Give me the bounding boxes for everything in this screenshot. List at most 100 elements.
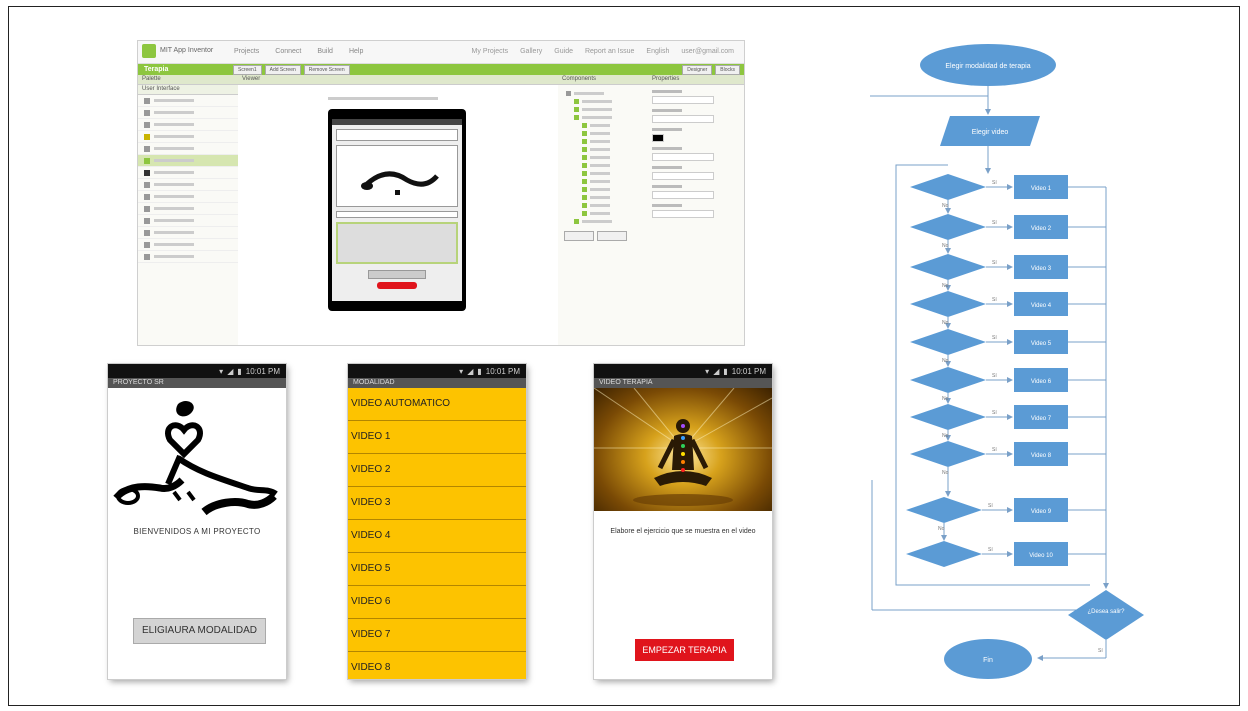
tree-item[interactable]	[582, 161, 648, 169]
property-value[interactable]	[652, 153, 714, 161]
palette-header: Palette	[138, 75, 238, 85]
delete-button[interactable]	[597, 231, 627, 241]
choose-mode-button[interactable]: ELIGIAURA MODALIDAD	[133, 618, 266, 644]
menu-connect[interactable]: Connect	[275, 48, 301, 55]
rename-button[interactable]	[564, 231, 594, 241]
tree-item[interactable]	[582, 169, 648, 177]
viewer-title-bar	[332, 119, 462, 125]
viewer-logo-image	[361, 171, 439, 195]
designer-button[interactable]: Designer	[682, 65, 713, 75]
component-icon	[582, 138, 587, 144]
property-value[interactable]	[652, 210, 714, 218]
tree-item[interactable]	[582, 193, 648, 201]
signal-icon: ◢	[227, 366, 234, 376]
tree-item[interactable]	[582, 129, 648, 137]
menu-account[interactable]: user@gmail.com	[681, 48, 734, 55]
blocks-button[interactable]: Blocks	[715, 65, 740, 75]
instruction-label: Elabore el ejercicio que se muestra en e…	[610, 528, 756, 535]
property-value[interactable]	[652, 115, 714, 123]
tree-item[interactable]	[582, 153, 648, 161]
color-swatch[interactable]	[652, 134, 664, 142]
list-item[interactable]: VIDEO 8	[348, 652, 526, 679]
viewer-button-red[interactable]	[377, 282, 417, 289]
tree-item[interactable]	[574, 217, 648, 225]
tree-item[interactable]	[574, 105, 648, 113]
palette-item[interactable]	[138, 251, 238, 263]
palette-item-label	[154, 255, 194, 258]
menu-help[interactable]: Help	[349, 48, 363, 55]
property-value[interactable]	[652, 172, 714, 180]
start-node-label: Elegir modalidad de terapia	[945, 63, 1030, 70]
palette-item[interactable]	[138, 143, 238, 155]
palette-item[interactable]	[138, 95, 238, 107]
viewer-button-gray[interactable]	[368, 270, 426, 279]
property-row[interactable]	[652, 185, 740, 199]
component-icon	[582, 162, 587, 168]
component-icon	[582, 146, 587, 152]
property-row[interactable]	[652, 90, 740, 104]
palette-item[interactable]	[138, 227, 238, 239]
remove-screen-button[interactable]: Remove Screen	[303, 65, 350, 75]
palette-item[interactable]	[138, 119, 238, 131]
menu-build[interactable]: Build	[317, 48, 333, 55]
tree-item[interactable]	[574, 97, 648, 105]
decision-no-label: No	[942, 283, 949, 289]
palette-item[interactable]	[138, 167, 238, 179]
menu-guide[interactable]: Guide	[554, 48, 573, 55]
list-item[interactable]: VIDEO 7	[348, 619, 526, 652]
viewer-screen[interactable]	[332, 119, 462, 301]
list-item[interactable]: VIDEO 1	[348, 421, 526, 454]
add-screen-button[interactable]: Add Screen	[264, 65, 301, 75]
viewer-panel: Viewer	[238, 75, 559, 345]
tree-item[interactable]	[582, 209, 648, 217]
menu-gallery[interactable]: Gallery	[520, 48, 542, 55]
property-row[interactable]	[652, 109, 740, 123]
list-item[interactable]: VIDEO 6	[348, 586, 526, 619]
start-therapy-button[interactable]: EMPEZAR TERAPIA	[635, 639, 734, 661]
viewer-text-box[interactable]	[336, 211, 458, 218]
property-row[interactable]	[652, 166, 740, 180]
tree-item[interactable]	[574, 113, 648, 121]
list-item[interactable]: VIDEO AUTOMATICO	[348, 388, 526, 421]
property-value[interactable]	[652, 191, 714, 199]
tree-item[interactable]	[582, 177, 648, 185]
palette-item[interactable]	[138, 131, 238, 143]
list-item[interactable]: VIDEO 3	[348, 487, 526, 520]
tree-item[interactable]	[582, 145, 648, 153]
palette-item[interactable]	[138, 179, 238, 191]
palette-item-selected[interactable]	[138, 155, 238, 167]
component-icon	[582, 202, 587, 208]
screen-select-button[interactable]: Screen1	[233, 65, 262, 75]
viewer-label-box[interactable]	[336, 129, 458, 141]
viewer-arrangement[interactable]	[336, 222, 458, 264]
tree-item[interactable]	[582, 185, 648, 193]
menu-language[interactable]: English	[646, 48, 669, 55]
palette-item-label	[154, 231, 194, 234]
tree-item[interactable]	[582, 121, 648, 129]
palette-item[interactable]	[138, 215, 238, 227]
property-row[interactable]	[652, 204, 740, 218]
menu-projects[interactable]: Projects	[234, 48, 259, 55]
tree-item[interactable]	[582, 137, 648, 145]
palette-item[interactable]	[138, 239, 238, 251]
palette-section-header[interactable]: User Interface	[138, 85, 238, 95]
list-item[interactable]: VIDEO 5	[348, 553, 526, 586]
meditation-image	[594, 388, 772, 511]
list-item[interactable]: VIDEO 4	[348, 520, 526, 553]
signal-icon: ◢	[713, 366, 720, 376]
property-row[interactable]	[652, 128, 740, 142]
property-value[interactable]	[652, 96, 714, 104]
component-icon	[574, 98, 579, 104]
list-item[interactable]: VIDEO 2	[348, 454, 526, 487]
palette-item[interactable]	[138, 203, 238, 215]
tree-item[interactable]	[582, 201, 648, 209]
viewer-image-box[interactable]	[336, 145, 458, 207]
menu-my-projects[interactable]: My Projects	[472, 48, 509, 55]
exit-decision-label: ¿Desea salir?	[1087, 609, 1125, 615]
menu-report[interactable]: Report an Issue	[585, 48, 634, 55]
palette-item[interactable]	[138, 107, 238, 119]
video-list: VIDEO AUTOMATICO VIDEO 1 VIDEO 2 VIDEO 3…	[348, 388, 526, 679]
property-row[interactable]	[652, 147, 740, 161]
palette-item[interactable]	[138, 191, 238, 203]
tree-item-screen1[interactable]	[566, 89, 648, 97]
